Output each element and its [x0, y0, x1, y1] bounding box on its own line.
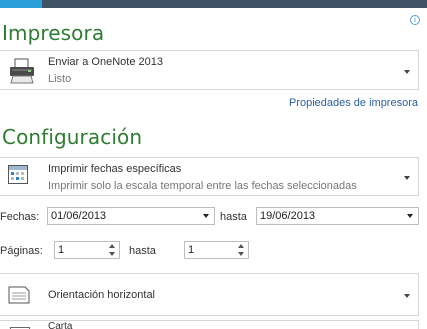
printer-status: Listo — [48, 73, 72, 85]
pages-label: Páginas: — [0, 245, 43, 257]
orientation-label: Orientación horizontal — [48, 289, 156, 301]
dates-to-label: hasta — [220, 211, 247, 223]
chevron-down-icon — [203, 214, 209, 218]
printer-properties-link[interactable]: Propiedades de impresora — [289, 97, 418, 109]
printer-section-title: Impresora — [2, 21, 105, 45]
dates-label: Fechas: — [0, 211, 40, 223]
printer-icon — [10, 58, 34, 84]
chevron-down-icon — [109, 252, 115, 256]
paper-size-label: Carta — [48, 321, 73, 329]
chevron-up-icon — [238, 244, 244, 248]
printer-select[interactable]: Enviar a OneNote 2013 Listo — [0, 50, 419, 90]
chevron-down-icon — [404, 70, 410, 74]
chevron-down-icon — [404, 176, 410, 180]
start-page-value: 1 — [58, 244, 65, 256]
top-strip — [0, 0, 427, 8]
document-icon — [8, 286, 30, 304]
active-tab-indicator — [0, 0, 42, 8]
start-date-select[interactable]: 01/06/2013 — [47, 207, 215, 225]
start-page-stepper[interactable]: 1 — [54, 241, 120, 259]
end-date-select[interactable]: 19/06/2013 — [256, 207, 419, 225]
print-range-description: Imprimir solo la escala temporal entre l… — [48, 180, 357, 192]
end-page-value: 1 — [188, 244, 195, 256]
orientation-select[interactable]: Orientación horizontal — [0, 273, 419, 316]
spin-buttons[interactable] — [237, 244, 245, 257]
calendar-icon — [8, 165, 28, 184]
start-date-value: 01/06/2013 — [51, 210, 107, 222]
info-icon[interactable]: i — [410, 15, 420, 25]
printer-name: Enviar a OneNote 2013 — [48, 56, 163, 68]
paper-size-select[interactable]: Carta — [0, 320, 419, 329]
header-bar — [42, 0, 427, 8]
end-date-value: 19/06/2013 — [260, 210, 316, 222]
print-range-label: Imprimir fechas específicas — [48, 163, 182, 175]
chevron-down-icon — [407, 214, 413, 218]
spin-buttons[interactable] — [108, 244, 116, 257]
chevron-down-icon — [404, 294, 410, 298]
chevron-down-icon — [238, 252, 244, 256]
print-range-select[interactable]: Imprimir fechas específicas Imprimir sol… — [0, 157, 419, 196]
end-page-stepper[interactable]: 1 — [184, 241, 249, 259]
pages-to-label: hasta — [129, 245, 156, 257]
settings-section-title: Configuración — [2, 125, 143, 149]
chevron-up-icon — [109, 244, 115, 248]
